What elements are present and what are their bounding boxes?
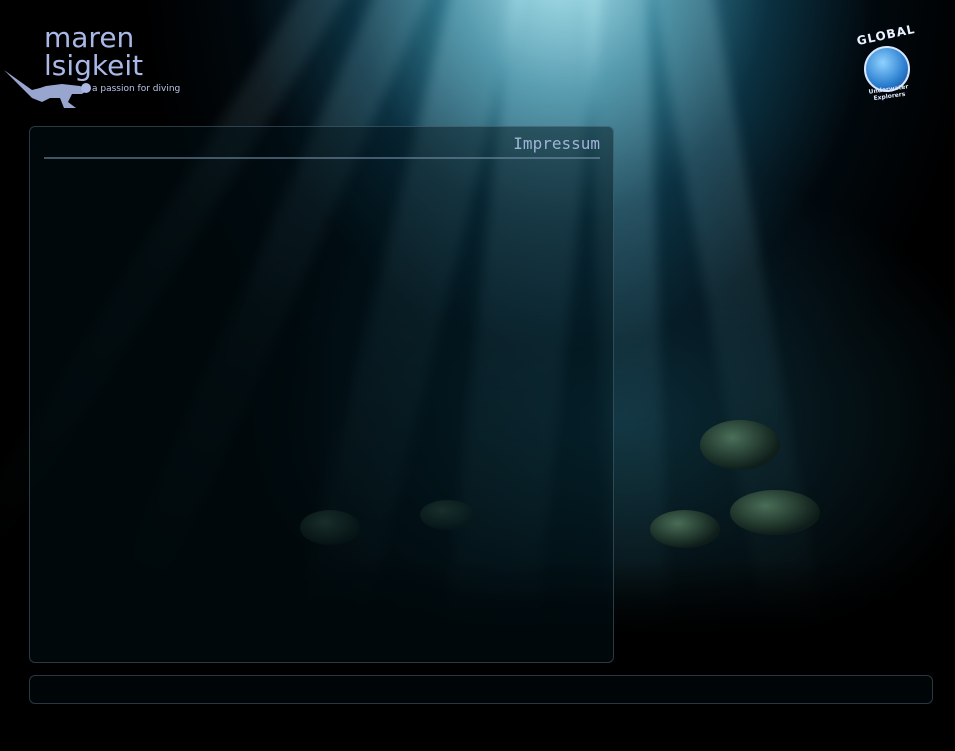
title-divider [44, 157, 600, 159]
global-underwater-explorers-badge[interactable]: GLOBAL Underwater Explorers [853, 22, 919, 102]
diver-icon [4, 70, 91, 108]
rock [700, 420, 780, 470]
badge-top-text: GLOBAL [855, 21, 917, 49]
page-background: maren lsigkeit a passion for diving GLOB… [0, 0, 955, 751]
footer-bar [29, 675, 933, 704]
logo-text-first: maren [44, 21, 135, 54]
page-title: Impressum [513, 134, 600, 153]
content-panel: Impressum [29, 126, 614, 663]
site-logo[interactable]: maren lsigkeit a passion for diving [2, 24, 192, 119]
rock [730, 490, 820, 535]
logo-tagline: a passion for diving [92, 84, 181, 94]
rock [650, 510, 720, 548]
